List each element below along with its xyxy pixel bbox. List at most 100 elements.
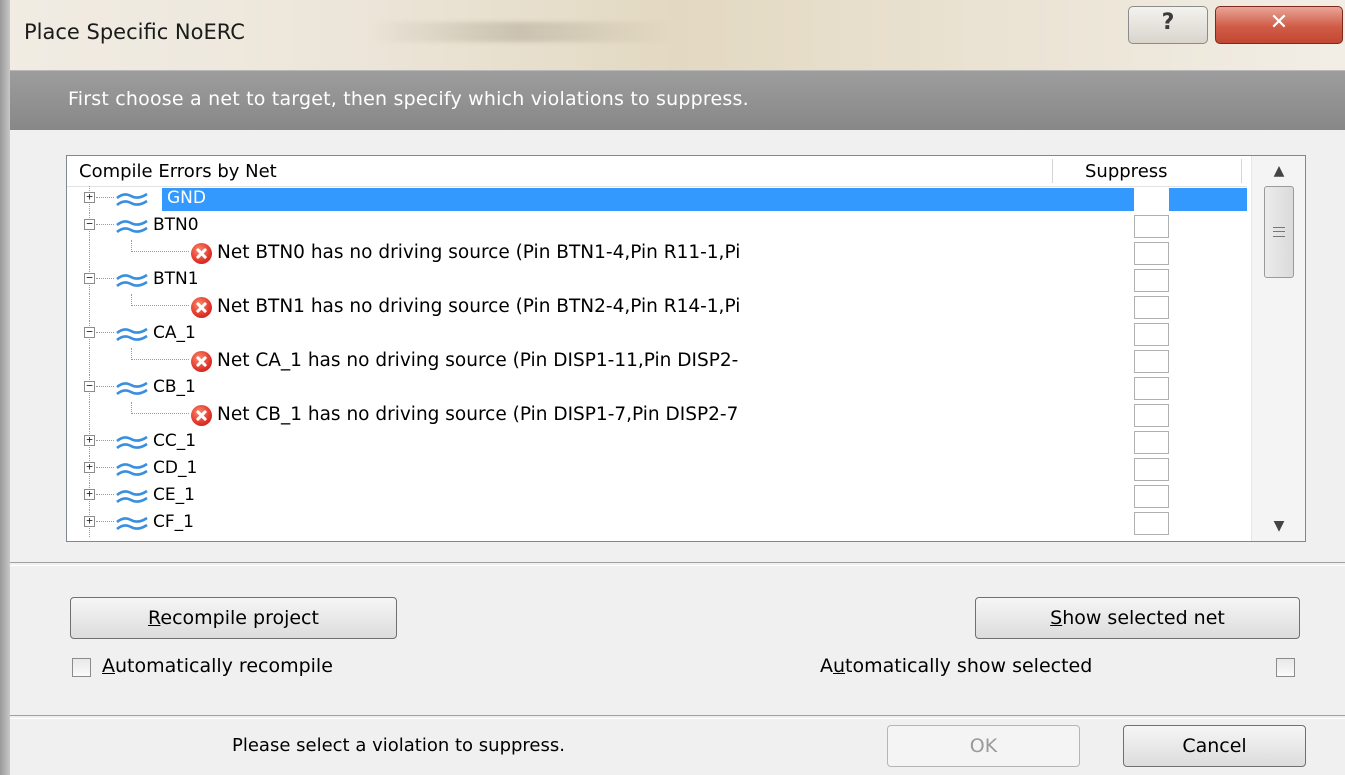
automatically-recompile-checkbox[interactable] xyxy=(72,658,91,677)
close-icon: ✕ xyxy=(1269,10,1289,35)
suppress-checkbox[interactable] xyxy=(1134,296,1169,319)
net-label: CB_1 xyxy=(153,377,196,397)
column-separator[interactable] xyxy=(1052,159,1053,183)
tree-connector xyxy=(96,494,114,495)
tree-connector xyxy=(96,224,114,225)
help-button[interactable]: ? xyxy=(1128,6,1208,44)
compile-errors-tree[interactable]: Compile Errors by Net Suppress + GND − BTN0… xyxy=(66,155,1306,542)
net-label: CA_1 xyxy=(153,323,196,343)
net-icon xyxy=(116,381,148,396)
column-header-suppress[interactable]: Suppress xyxy=(1085,161,1168,182)
net-icon xyxy=(116,219,148,234)
suppress-checkbox[interactable] xyxy=(1134,377,1169,400)
error-message: Net BTN0 has no driving source (Pin BTN1… xyxy=(217,242,741,263)
suppress-checkbox[interactable] xyxy=(1134,188,1169,211)
title-bar-blur xyxy=(370,22,670,42)
suppress-checkbox[interactable] xyxy=(1134,431,1169,454)
tree-row-net[interactable]: − BTN0 xyxy=(67,213,1247,240)
column-separator[interactable] xyxy=(1241,159,1242,183)
net-label: BTN0 xyxy=(153,215,199,235)
collapse-icon[interactable]: − xyxy=(84,218,95,230)
collapse-icon[interactable]: − xyxy=(84,326,95,338)
cancel-button[interactable]: Cancel xyxy=(1123,725,1306,767)
expand-icon[interactable]: + xyxy=(84,461,95,473)
net-icon xyxy=(116,489,148,504)
automatically-recompile-label[interactable]: Automatically recompile xyxy=(102,655,333,677)
tree-row-error[interactable]: Net CA_1 has no driving source (Pin DISP… xyxy=(67,348,1247,375)
button-label-accelerator: S xyxy=(1050,607,1063,629)
expand-icon[interactable]: + xyxy=(84,515,95,527)
error-message: Net CA_1 has no driving source (Pin DISP… xyxy=(217,350,739,371)
help-icon: ? xyxy=(1161,10,1175,35)
button-label: ecompile project xyxy=(160,607,319,629)
expand-icon[interactable]: + xyxy=(84,434,95,446)
option-label-accelerator: u xyxy=(833,655,846,677)
tree-connector xyxy=(96,386,114,387)
error-message: Net CB_1 has no driving source (Pin DISP… xyxy=(217,404,739,425)
suppress-checkbox[interactable] xyxy=(1134,350,1169,373)
suppress-checkbox[interactable] xyxy=(1134,215,1169,238)
tree-row-error[interactable]: Net CB_1 has no driving source (Pin DISP… xyxy=(67,402,1247,429)
net-icon xyxy=(116,273,148,288)
error-icon xyxy=(191,351,212,372)
tree-row-error[interactable]: Net BTN1 has no driving source (Pin BTN2… xyxy=(67,294,1247,321)
close-button[interactable]: ✕ xyxy=(1215,6,1343,44)
tree-row-net[interactable]: + GND xyxy=(67,186,1247,213)
collapse-icon[interactable]: − xyxy=(84,380,95,392)
suppress-checkbox[interactable] xyxy=(1134,485,1169,508)
option-label: A xyxy=(820,655,833,677)
vertical-scrollbar[interactable]: ▲ ▼ xyxy=(1251,156,1305,541)
scroll-thumb[interactable] xyxy=(1264,186,1294,278)
title-bar: Place Specific NoERC ? ✕ xyxy=(10,0,1345,70)
button-label: Cancel xyxy=(1182,735,1247,757)
option-label: utomatically recompile xyxy=(115,655,333,677)
tree-connector xyxy=(96,467,114,468)
tree-connector xyxy=(89,348,90,375)
net-label: CF_1 xyxy=(153,512,194,532)
net-icon xyxy=(116,435,148,450)
column-header-net[interactable]: Compile Errors by Net xyxy=(79,161,277,182)
suppress-checkbox[interactable] xyxy=(1134,242,1169,265)
window-title: Place Specific NoERC xyxy=(24,20,245,44)
status-message: Please select a violation to suppress. xyxy=(232,735,565,756)
net-label: GND xyxy=(167,188,206,208)
tree-row-net[interactable]: + CC_1 xyxy=(67,429,1247,456)
tree-row-net[interactable]: + CE_1 xyxy=(67,483,1247,510)
tree-row-net[interactable]: + CF_1 xyxy=(67,510,1247,537)
tree-connector xyxy=(89,240,90,267)
error-icon xyxy=(191,405,212,426)
button-label: OK xyxy=(969,735,998,757)
tree-connector xyxy=(96,440,114,441)
suppress-checkbox[interactable] xyxy=(1134,458,1169,481)
scroll-up-arrow-icon[interactable]: ▲ xyxy=(1252,156,1305,186)
tree-row-error[interactable]: Net BTN0 has no driving source (Pin BTN1… xyxy=(67,240,1247,267)
tree-connector xyxy=(131,305,189,306)
automatically-show-selected-label[interactable]: Automatically show selected xyxy=(820,655,1092,677)
tree-row-net[interactable]: + CD_1 xyxy=(67,456,1247,483)
show-selected-net-button[interactable]: Show selected net xyxy=(975,597,1300,639)
tree-row-net[interactable]: − CA_1 xyxy=(67,321,1247,348)
suppress-checkbox[interactable] xyxy=(1134,512,1169,535)
net-label: CE_1 xyxy=(153,485,195,505)
net-label: CC_1 xyxy=(153,431,197,451)
net-label: CD_1 xyxy=(153,458,198,478)
net-icon xyxy=(116,462,148,477)
scroll-down-arrow-icon[interactable]: ▼ xyxy=(1252,511,1305,541)
suppress-checkbox[interactable] xyxy=(1134,323,1169,346)
expand-icon[interactable]: + xyxy=(84,488,95,500)
tree-row-net[interactable]: − BTN1 xyxy=(67,267,1247,294)
ok-button[interactable]: OK xyxy=(887,725,1080,767)
tree-row-net[interactable]: − CB_1 xyxy=(67,375,1247,402)
suppress-checkbox[interactable] xyxy=(1134,269,1169,292)
collapse-icon[interactable]: − xyxy=(84,272,95,284)
option-label: tomatically show selected xyxy=(845,655,1093,677)
recompile-project-button[interactable]: Recompile project xyxy=(70,597,397,639)
grip-icon xyxy=(1273,227,1285,237)
suppress-checkbox[interactable] xyxy=(1134,404,1169,427)
button-label-accelerator: R xyxy=(148,607,161,629)
expand-icon[interactable]: + xyxy=(84,191,95,203)
divider xyxy=(10,562,1345,566)
automatically-show-selected-checkbox[interactable] xyxy=(1276,658,1295,677)
selection-highlight: GND xyxy=(162,188,1247,211)
tree-connector xyxy=(89,294,90,321)
